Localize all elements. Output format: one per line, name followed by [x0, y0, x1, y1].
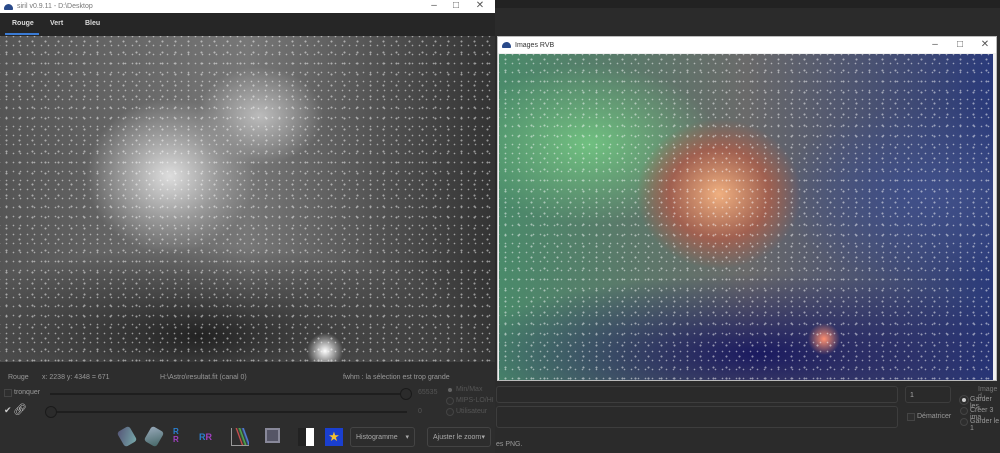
status-fwhm: fwhm : la sélection est trop grande — [343, 374, 450, 381]
maximize-icon[interactable]: □ — [948, 39, 972, 50]
rotate-right-icon[interactable] — [143, 425, 165, 448]
checkmark-icon[interactable]: ✔ — [4, 405, 12, 416]
close-icon[interactable]: ✕ — [973, 39, 997, 50]
radio-create[interactable] — [960, 407, 968, 415]
close-icon[interactable]: ✕ — [468, 0, 492, 11]
radio-mips-label: MIPS-LO/HI — [456, 397, 494, 404]
minimize-icon[interactable]: – — [923, 39, 947, 50]
window-title: siril v0.9.11 - D:\Desktop — [17, 3, 93, 10]
zoom-select[interactable]: Ajuster le zoom ▾ — [427, 427, 491, 447]
status-bar: Rouge x: 2238 y: 4348 = 671 H:\Astro\res… — [0, 374, 495, 384]
radio-keep-first[interactable] — [960, 418, 968, 426]
red-channel-image[interactable] — [0, 36, 495, 362]
status-file: H:\Astro\resultat.fit (canal 0) — [160, 374, 247, 381]
rotate-left-icon[interactable] — [116, 425, 138, 448]
radio-user[interactable] — [446, 408, 454, 416]
clip-checkbox[interactable] — [4, 389, 12, 397]
radio-user-label: Utilisateur — [456, 408, 488, 415]
link-icon[interactable]: 🔗︎ — [13, 403, 27, 416]
debayer-label: Dématricer — [917, 413, 952, 420]
low-value: 0 — [418, 408, 422, 415]
value-field[interactable]: 1 — [905, 386, 951, 403]
radio-keep[interactable] — [959, 395, 969, 405]
radio-keep-first-label: Garder le 1 — [970, 418, 1000, 432]
rgb-composite-image[interactable] — [499, 54, 993, 380]
active-tab-indicator — [5, 33, 39, 35]
background-input-1[interactable] — [496, 386, 898, 403]
chevron-down-icon: ▾ — [405, 434, 409, 441]
mirror-x-icon[interactable]: RR — [173, 428, 191, 446]
maximize-icon[interactable]: □ — [444, 0, 468, 11]
debayer-checkbox[interactable] — [907, 413, 915, 421]
low-slider[interactable] — [50, 411, 407, 413]
status-channel: Rouge — [8, 374, 29, 381]
radio-minmax[interactable] — [446, 386, 454, 394]
rgb-window: Images RVB – □ ✕ — [497, 36, 997, 381]
background-header — [495, 0, 1000, 8]
chevron-down-icon: ▾ — [481, 434, 485, 441]
image-stack-icon[interactable] — [265, 428, 280, 443]
histogram-icon[interactable] — [231, 428, 249, 446]
high-slider[interactable] — [50, 393, 407, 395]
high-slider-knob[interactable] — [400, 388, 412, 400]
footer-text: es PNG. — [496, 441, 523, 448]
siril-window: siril v0.9.11 - D:\Desktop – □ ✕ Rouge V… — [0, 0, 495, 453]
tab-bleu[interactable]: Bleu — [85, 20, 100, 27]
zoom-value: Ajuster le zoom — [433, 433, 482, 441]
rgb-window-title: Images RVB — [515, 41, 555, 49]
tab-bar — [0, 13, 495, 36]
status-coords: x: 2238 y: 4348 = 671 — [42, 374, 110, 381]
radio-mips[interactable] — [446, 397, 454, 405]
minimize-icon[interactable]: – — [422, 0, 446, 11]
low-slider-knob[interactable] — [45, 406, 57, 418]
view-mode-select[interactable]: Histogramme ▾ — [350, 427, 415, 447]
high-value: 65535 — [418, 389, 438, 396]
rgb-titlebar: Images RVB – □ ✕ — [498, 37, 996, 53]
mirror-y-icon[interactable]: RR — [199, 432, 217, 450]
tab-vert[interactable]: Vert — [50, 20, 63, 27]
radio-minmax-label: Min/Max — [456, 386, 483, 393]
rgb-logo-icon — [502, 42, 511, 48]
clip-label: tronquer — [14, 389, 41, 396]
siril-titlebar: siril v0.9.11 - D:\Desktop – □ ✕ — [0, 0, 495, 13]
negative-icon[interactable] — [298, 428, 314, 446]
tab-rouge[interactable]: Rouge — [12, 20, 34, 27]
background-input-2[interactable] — [496, 406, 898, 428]
colormap-icon[interactable]: ★ — [325, 428, 343, 446]
view-mode-value: Histogramme — [356, 433, 398, 441]
siril-logo-icon — [4, 3, 13, 10]
